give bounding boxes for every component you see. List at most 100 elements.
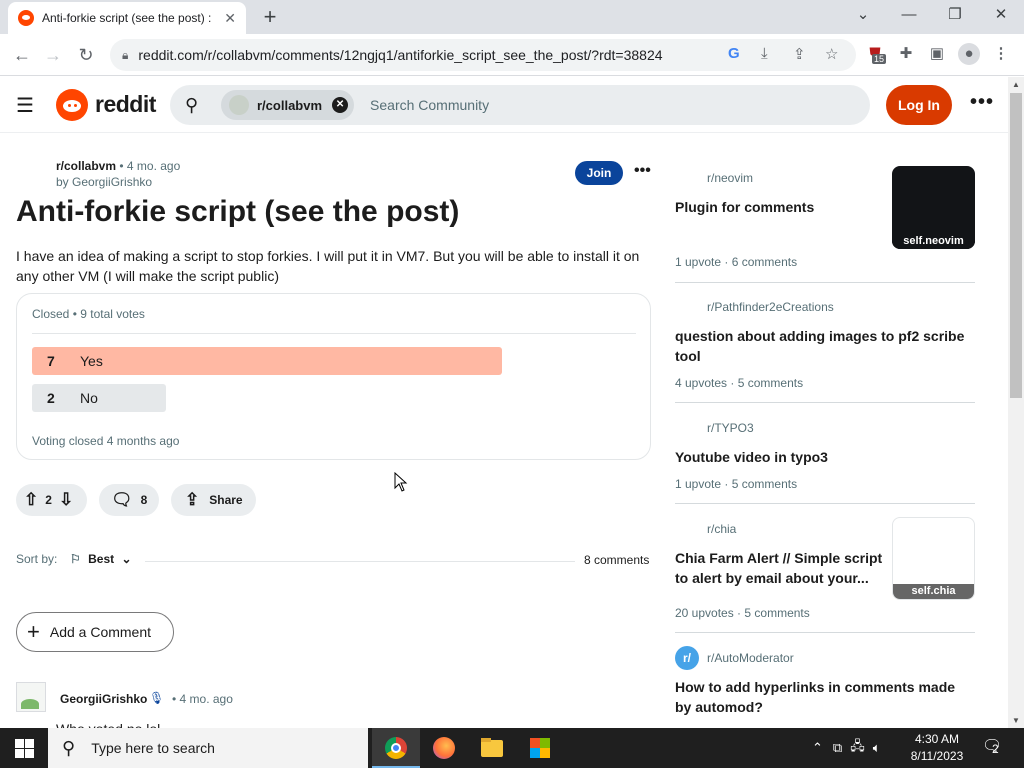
tab-close-icon[interactable]: ✕ xyxy=(224,10,236,27)
google-icon[interactable]: G xyxy=(728,45,740,62)
comment-author[interactable]: GeorgiiGrishko xyxy=(60,692,147,706)
install-icon[interactable]: ⤓ xyxy=(761,45,768,62)
rocket-icon: ⚐ xyxy=(70,552,81,566)
post-thumbnail[interactable]: self.chia xyxy=(892,517,975,600)
minimize-button[interactable]: — xyxy=(886,4,932,30)
profile-avatar-icon[interactable]: ● xyxy=(958,43,980,65)
scroll-down-arrow-icon[interactable]: ▼ xyxy=(1012,716,1020,725)
url-text: reddit.com/r/collabvm/comments/12ngjq1/a… xyxy=(138,47,663,63)
share-page-icon[interactable]: ⇪ xyxy=(793,45,806,63)
chrome-taskbar-icon[interactable] xyxy=(372,728,420,768)
share-icon: ⇪ xyxy=(185,490,200,509)
close-window-button[interactable]: ✕ xyxy=(978,4,1024,30)
browser-tab[interactable]: Anti-forkie script (see the post) : ✕ xyxy=(8,2,246,34)
reload-icon[interactable]: ↻ xyxy=(73,42,99,68)
browser-toolbar: ← → ↻ 🔒︎ reddit.com/r/collabvm/comments/… xyxy=(0,34,1024,76)
sidebar-post-stats: 1 upvote · 6 comments xyxy=(675,255,798,269)
post-author[interactable]: by GeorgiiGrishko xyxy=(56,175,152,189)
taskbar-search[interactable]: ⚲ Type here to search xyxy=(48,728,368,768)
remove-chip-icon[interactable]: ✕ xyxy=(332,97,349,113)
sort-value: Best xyxy=(88,552,115,566)
join-button[interactable]: Join xyxy=(575,161,623,185)
login-button[interactable]: Log In xyxy=(886,85,952,125)
address-bar[interactable]: 🔒︎ reddit.com/r/collabvm/comments/12ngjq… xyxy=(110,39,856,71)
sidebar-post-title[interactable]: Chia Farm Alert // Simple script to aler… xyxy=(675,548,885,588)
sidebar-post-title[interactable]: question about adding images to pf2 scri… xyxy=(675,326,965,366)
taskbar-search-icon: ⚲ xyxy=(62,737,76,758)
taskbar-clock[interactable]: 4:30 AM 8/11/2023 xyxy=(905,731,969,765)
post-subreddit-link[interactable]: r/collabvm xyxy=(56,159,116,173)
back-arrow-icon[interactable]: ← xyxy=(9,42,35,68)
sidebar-upvotes: 4 upvotes xyxy=(675,376,728,390)
sidebar-upvotes: 1 upvote xyxy=(675,477,722,491)
store-taskbar-icon[interactable] xyxy=(516,728,564,768)
sidebar-subreddit[interactable]: r/neovim xyxy=(707,171,753,185)
sidebar-post-title[interactable]: Plugin for comments xyxy=(675,197,885,217)
network-icon[interactable]: 🖧︎ xyxy=(850,737,865,759)
sidebar-subreddit[interactable]: r/chia xyxy=(707,522,736,536)
sidebar-subreddit[interactable]: r/AutoModerator xyxy=(707,651,794,665)
system-tray: ⌃ ⧉ 🖧︎ 🔈︎ xyxy=(812,728,881,768)
comments-button[interactable]: 🗨︎ 8 xyxy=(99,484,159,516)
scrollbar-thumb[interactable] xyxy=(1010,93,1022,398)
upvote-arrow-icon[interactable]: ⇧ xyxy=(24,490,38,510)
sort-dropdown[interactable]: ⚐ Best ⌄ xyxy=(70,552,132,566)
post-thumbnail[interactable]: self.neovim xyxy=(892,166,975,249)
sidebar-comments: 5 comments xyxy=(737,376,804,390)
hamburger-menu-icon[interactable]: ☰ xyxy=(16,93,38,117)
sidebar-post-stats: 20 upvotes · 5 comments xyxy=(675,606,810,620)
subreddit-avatar-icon: r/ xyxy=(675,646,699,670)
sidebar-post-title[interactable]: How to add hyperlinks in comments made b… xyxy=(675,677,965,717)
sort-by-label: Sort by: xyxy=(16,552,58,566)
comment-avatar[interactable] xyxy=(16,682,46,712)
browser-menu-icon[interactable]: ⋮ xyxy=(990,43,1012,65)
scroll-up-arrow-icon[interactable]: ▲ xyxy=(1012,80,1020,89)
poll-divider xyxy=(32,333,636,334)
sidebar-subreddit[interactable]: r/Pathfinder2eCreations xyxy=(707,300,834,314)
comment-text: Who voted no lol xyxy=(56,720,160,728)
new-tab-button[interactable]: + xyxy=(258,4,282,30)
poll-option-yes: 7 Yes xyxy=(32,347,502,375)
community-avatar-icon xyxy=(229,95,249,115)
volume-icon[interactable]: 🔈︎ xyxy=(873,740,881,756)
page-scrollbar[interactable]: ▲ ▼ xyxy=(1008,77,1024,728)
reddit-favicon-icon xyxy=(18,10,34,26)
sidebar-subreddit[interactable]: r/TYPO3 xyxy=(707,421,754,435)
sidebar-comments: 5 comments xyxy=(731,477,798,491)
sidebar-post-stats: 1 upvote · 5 comments xyxy=(675,477,798,491)
sidebar-post-title[interactable]: Youtube video in typo3 xyxy=(675,447,965,467)
windows-taskbar: ⚲ Type here to search ⌃ ⧉ 🖧︎ 🔈︎ 4:30 AM … xyxy=(0,728,1024,768)
reddit-logo-icon[interactable] xyxy=(56,89,88,121)
bookmark-star-icon[interactable]: ☆ xyxy=(825,45,838,63)
tray-app-icon[interactable]: ⧉ xyxy=(833,740,842,756)
poll-option-label: Yes xyxy=(80,353,103,369)
extensions-puzzle-icon[interactable]: ✚ xyxy=(895,43,917,65)
reddit-wordmark[interactable]: reddit xyxy=(95,91,156,118)
community-search-chip[interactable]: r/collabvm ✕ xyxy=(221,90,355,120)
downvote-arrow-icon[interactable]: ⇩ xyxy=(59,490,73,510)
sidebar-comments: 5 comments xyxy=(744,606,810,620)
microphone-icon: 🎙︎ xyxy=(149,691,165,705)
sidebar-divider xyxy=(675,632,975,633)
restore-button[interactable]: ❐ xyxy=(932,4,978,30)
more-options-icon[interactable]: ••• xyxy=(970,91,994,114)
search-bar[interactable]: ⚲ r/collabvm ✕ xyxy=(170,85,870,125)
windows-start-icon[interactable] xyxy=(0,728,48,768)
forward-arrow-icon[interactable]: → xyxy=(40,42,66,68)
clock-time: 4:30 AM xyxy=(914,732,960,746)
side-panel-icon[interactable]: ▣ xyxy=(926,43,948,65)
search-input[interactable] xyxy=(370,97,771,113)
file-explorer-taskbar-icon[interactable] xyxy=(468,728,516,768)
share-button[interactable]: ⇪ Share xyxy=(171,484,256,516)
post-title: Anti-forkie script (see the post) xyxy=(16,195,460,228)
poll-option-count: 2 xyxy=(47,390,55,406)
tab-search-button[interactable]: ⌄ xyxy=(840,4,886,30)
taskbar-search-placeholder: Type here to search xyxy=(91,740,215,756)
tray-overflow-icon[interactable]: ⌃ xyxy=(812,740,823,756)
firefox-taskbar-icon[interactable] xyxy=(420,728,468,768)
add-comment-button[interactable]: + Add a Comment xyxy=(16,612,174,652)
poll-header: Closed • 9 total votes xyxy=(32,307,145,321)
reddit-header: ☰ reddit ⚲ r/collabvm ✕ Log In ••• xyxy=(0,77,1008,133)
post-more-icon[interactable]: ••• xyxy=(634,162,651,180)
poll-option-no: 2 No xyxy=(32,384,166,412)
